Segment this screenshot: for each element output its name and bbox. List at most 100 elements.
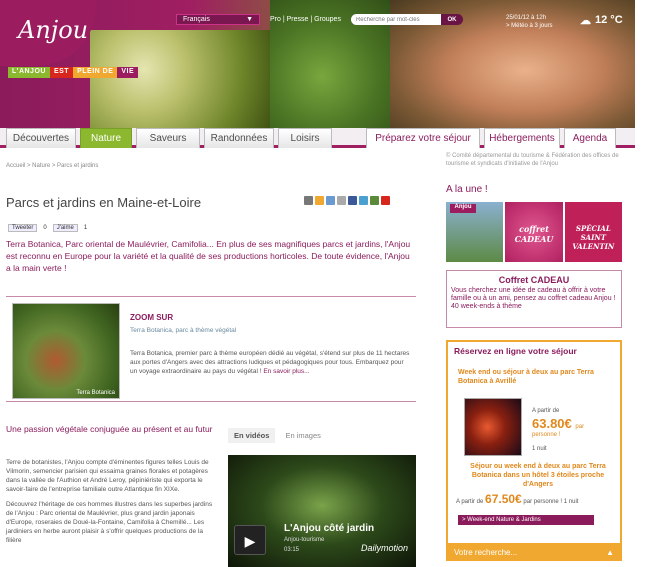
- language-select[interactable]: Français ▼: [176, 14, 260, 25]
- breadcrumb[interactable]: Accueil > Nature > Parcs et jardins: [6, 163, 98, 169]
- print-icon[interactable]: [304, 196, 313, 205]
- weekend-link[interactable]: > Week-end Nature & Jardins: [458, 515, 594, 525]
- search-panel-header[interactable]: Votre recherche... ▲: [446, 545, 622, 561]
- tab-videos[interactable]: En vidéos: [228, 428, 276, 443]
- promo-badge: Anjou: [450, 204, 476, 213]
- tagline-word: PLEIN DE: [73, 67, 118, 78]
- top-bar: Français ▼ Pro | Presse | Groupes OK: [176, 14, 463, 25]
- dailymotion-logo: Dailymotion: [360, 543, 408, 553]
- weather: ☁ 12 °C: [580, 14, 623, 27]
- price-value: 63.80€: [532, 416, 572, 431]
- tab-preparez[interactable]: Préparez votre séjour: [366, 128, 480, 148]
- date-text: 25/01/12 à 12h: [506, 15, 547, 21]
- page-title: Parcs et jardins en Maine-et-Loire: [6, 195, 202, 210]
- promo-coffret-label: coffret CADEAU: [514, 224, 554, 244]
- social-buttons: Tweeter 0 J'aime 1: [8, 224, 87, 232]
- like-count: 1: [83, 225, 88, 231]
- triangle-up-icon: ▲: [606, 548, 614, 557]
- twitter-icon[interactable]: [359, 196, 368, 205]
- promo-anjou[interactable]: Anjou: [446, 202, 504, 262]
- reserve-box: Réservez en ligne votre séjour Week end …: [446, 340, 622, 545]
- promo-coffret[interactable]: coffret CADEAU: [505, 202, 563, 262]
- tab-decouvertes[interactable]: Découvertes: [6, 128, 76, 148]
- zoom-more-link[interactable]: En savoir plus...: [263, 368, 309, 375]
- intro-text: Terra Botanica, Parc oriental de Maulévr…: [6, 239, 411, 273]
- price-value: 67.50€: [485, 492, 522, 506]
- section-heading: Une passion végétale conjuguée au présen…: [6, 424, 213, 434]
- zoom-text: Terra Botanica, premier parc à thème eur…: [130, 349, 410, 376]
- tab-saveurs[interactable]: Saveurs: [136, 128, 200, 148]
- video-player[interactable]: ▶ L'Anjou côté jardin Anjou-tourisme 03:…: [228, 455, 416, 567]
- video-user: Anjou-tourisme: [284, 537, 325, 543]
- tagline-word: VIE: [117, 67, 139, 78]
- coffret-title: Coffret CADEAU: [498, 275, 570, 285]
- coffret-text: Vous cherchez une idée de cadeau à offri…: [451, 287, 616, 310]
- chevron-down-icon: ▼: [246, 16, 253, 23]
- tab-randonnees[interactable]: Randonnées: [204, 128, 274, 148]
- cloud-sun-icon: ☁: [580, 15, 591, 27]
- bookmark-icon[interactable]: [370, 196, 379, 205]
- zoom-image[interactable]: Terra Botanica: [12, 303, 120, 399]
- tweet-count: 0: [43, 225, 47, 231]
- price-suffix: par personne ! 1 nuit: [523, 499, 579, 505]
- reserve-title: Réservez en ligne votre séjour: [454, 346, 577, 356]
- email-icon[interactable]: [337, 196, 346, 205]
- une-title: A la une !: [446, 184, 488, 195]
- tagline-word: EST: [49, 67, 74, 78]
- video-title: L'Anjou côté jardin: [284, 523, 375, 534]
- offer-link[interactable]: Week end ou séjour à deux au parc Terra …: [458, 368, 618, 386]
- tab-loisirs[interactable]: Loisirs: [278, 128, 332, 148]
- main-nav: Découvertes Nature Saveurs Randonnées Lo…: [0, 128, 635, 148]
- tweet-button[interactable]: Tweeter: [8, 224, 38, 232]
- zoom-box: Terra Botanica ZOOM SUR Terra Botanica, …: [6, 296, 416, 402]
- logo-text: Anjou: [18, 16, 89, 44]
- search-button[interactable]: OK: [440, 14, 463, 25]
- coffret-box[interactable]: Coffret CADEAU Vous cherchez une idée de…: [446, 270, 622, 328]
- logo[interactable]: Anjou: [0, 0, 96, 66]
- promo-valentin-label: SPÉCIAL SAINT VALENTIN: [572, 224, 615, 251]
- zoom-image-caption: Terra Botanica: [76, 390, 115, 396]
- offer-price: 63.80€ par: [532, 416, 584, 431]
- offer-image[interactable]: [464, 398, 522, 456]
- facebook-icon[interactable]: [348, 196, 357, 205]
- grapes-image: [90, 30, 270, 128]
- zoom-title: ZOOM SUR: [130, 313, 174, 322]
- tab-images[interactable]: En images: [279, 428, 326, 443]
- price-prefix: A partir de: [456, 499, 484, 505]
- tagline-word: L'ANJOU: [8, 67, 50, 78]
- date-info: 25/01/12 à 12h > Météo à 3 jours: [506, 14, 553, 30]
- offer-price: A partir de 67.50€ par personne ! 1 nuit: [456, 492, 578, 506]
- credit-text: © Comité départemental du tourisme & Féd…: [446, 153, 619, 167]
- search-input[interactable]: [350, 14, 441, 25]
- promo-banner[interactable]: Anjou coffret CADEAU SPÉCIAL SAINT VALEN…: [446, 202, 622, 262]
- price-unit: par: [575, 424, 585, 430]
- video-duration: 03:15: [284, 547, 300, 553]
- video-tabs: En vidéos En images: [228, 428, 327, 443]
- search-form: OK: [350, 14, 463, 25]
- rss-icon[interactable]: [315, 196, 324, 205]
- meteo-link[interactable]: > Météo à 3 jours: [506, 22, 553, 30]
- share-icons: [304, 196, 390, 205]
- tab-agenda[interactable]: Agenda: [564, 128, 616, 148]
- language-label: Français: [183, 16, 210, 23]
- section-para: Découvrez l'héritage de ces hommes illus…: [6, 501, 213, 544]
- nights-count: 1 nuit: [532, 446, 547, 452]
- plus-icon[interactable]: [381, 196, 390, 205]
- promo-valentin[interactable]: SPÉCIAL SAINT VALENTIN: [564, 202, 622, 262]
- like-button[interactable]: J'aime: [52, 224, 78, 232]
- per-person: personne !: [532, 432, 561, 438]
- temperature: 12 °C: [595, 14, 623, 26]
- top-links[interactable]: Pro | Presse | Groupes: [270, 16, 341, 23]
- zoom-subtitle[interactable]: Terra Botanica, parc à thème végétal: [130, 327, 236, 334]
- section-body: Terre de botanistes, l'Anjou compte d'ém…: [6, 458, 218, 545]
- recherche-label: Votre recherche...: [454, 548, 518, 557]
- share-icon[interactable]: [326, 196, 335, 205]
- section-para: Terre de botanistes, l'Anjou compte d'ém…: [6, 459, 209, 493]
- apartir-label: A partir de: [532, 408, 560, 414]
- header-banner: Anjou L'ANJOU EST PLEIN DE VIE Français …: [0, 0, 635, 128]
- tagline: L'ANJOU EST PLEIN DE VIE: [8, 67, 139, 78]
- tab-hebergements[interactable]: Hébergements: [484, 128, 560, 148]
- offer-link[interactable]: Séjour ou week end à deux au parc Terra …: [458, 462, 618, 489]
- tab-nature[interactable]: Nature: [80, 128, 132, 148]
- play-icon[interactable]: ▶: [234, 525, 266, 555]
